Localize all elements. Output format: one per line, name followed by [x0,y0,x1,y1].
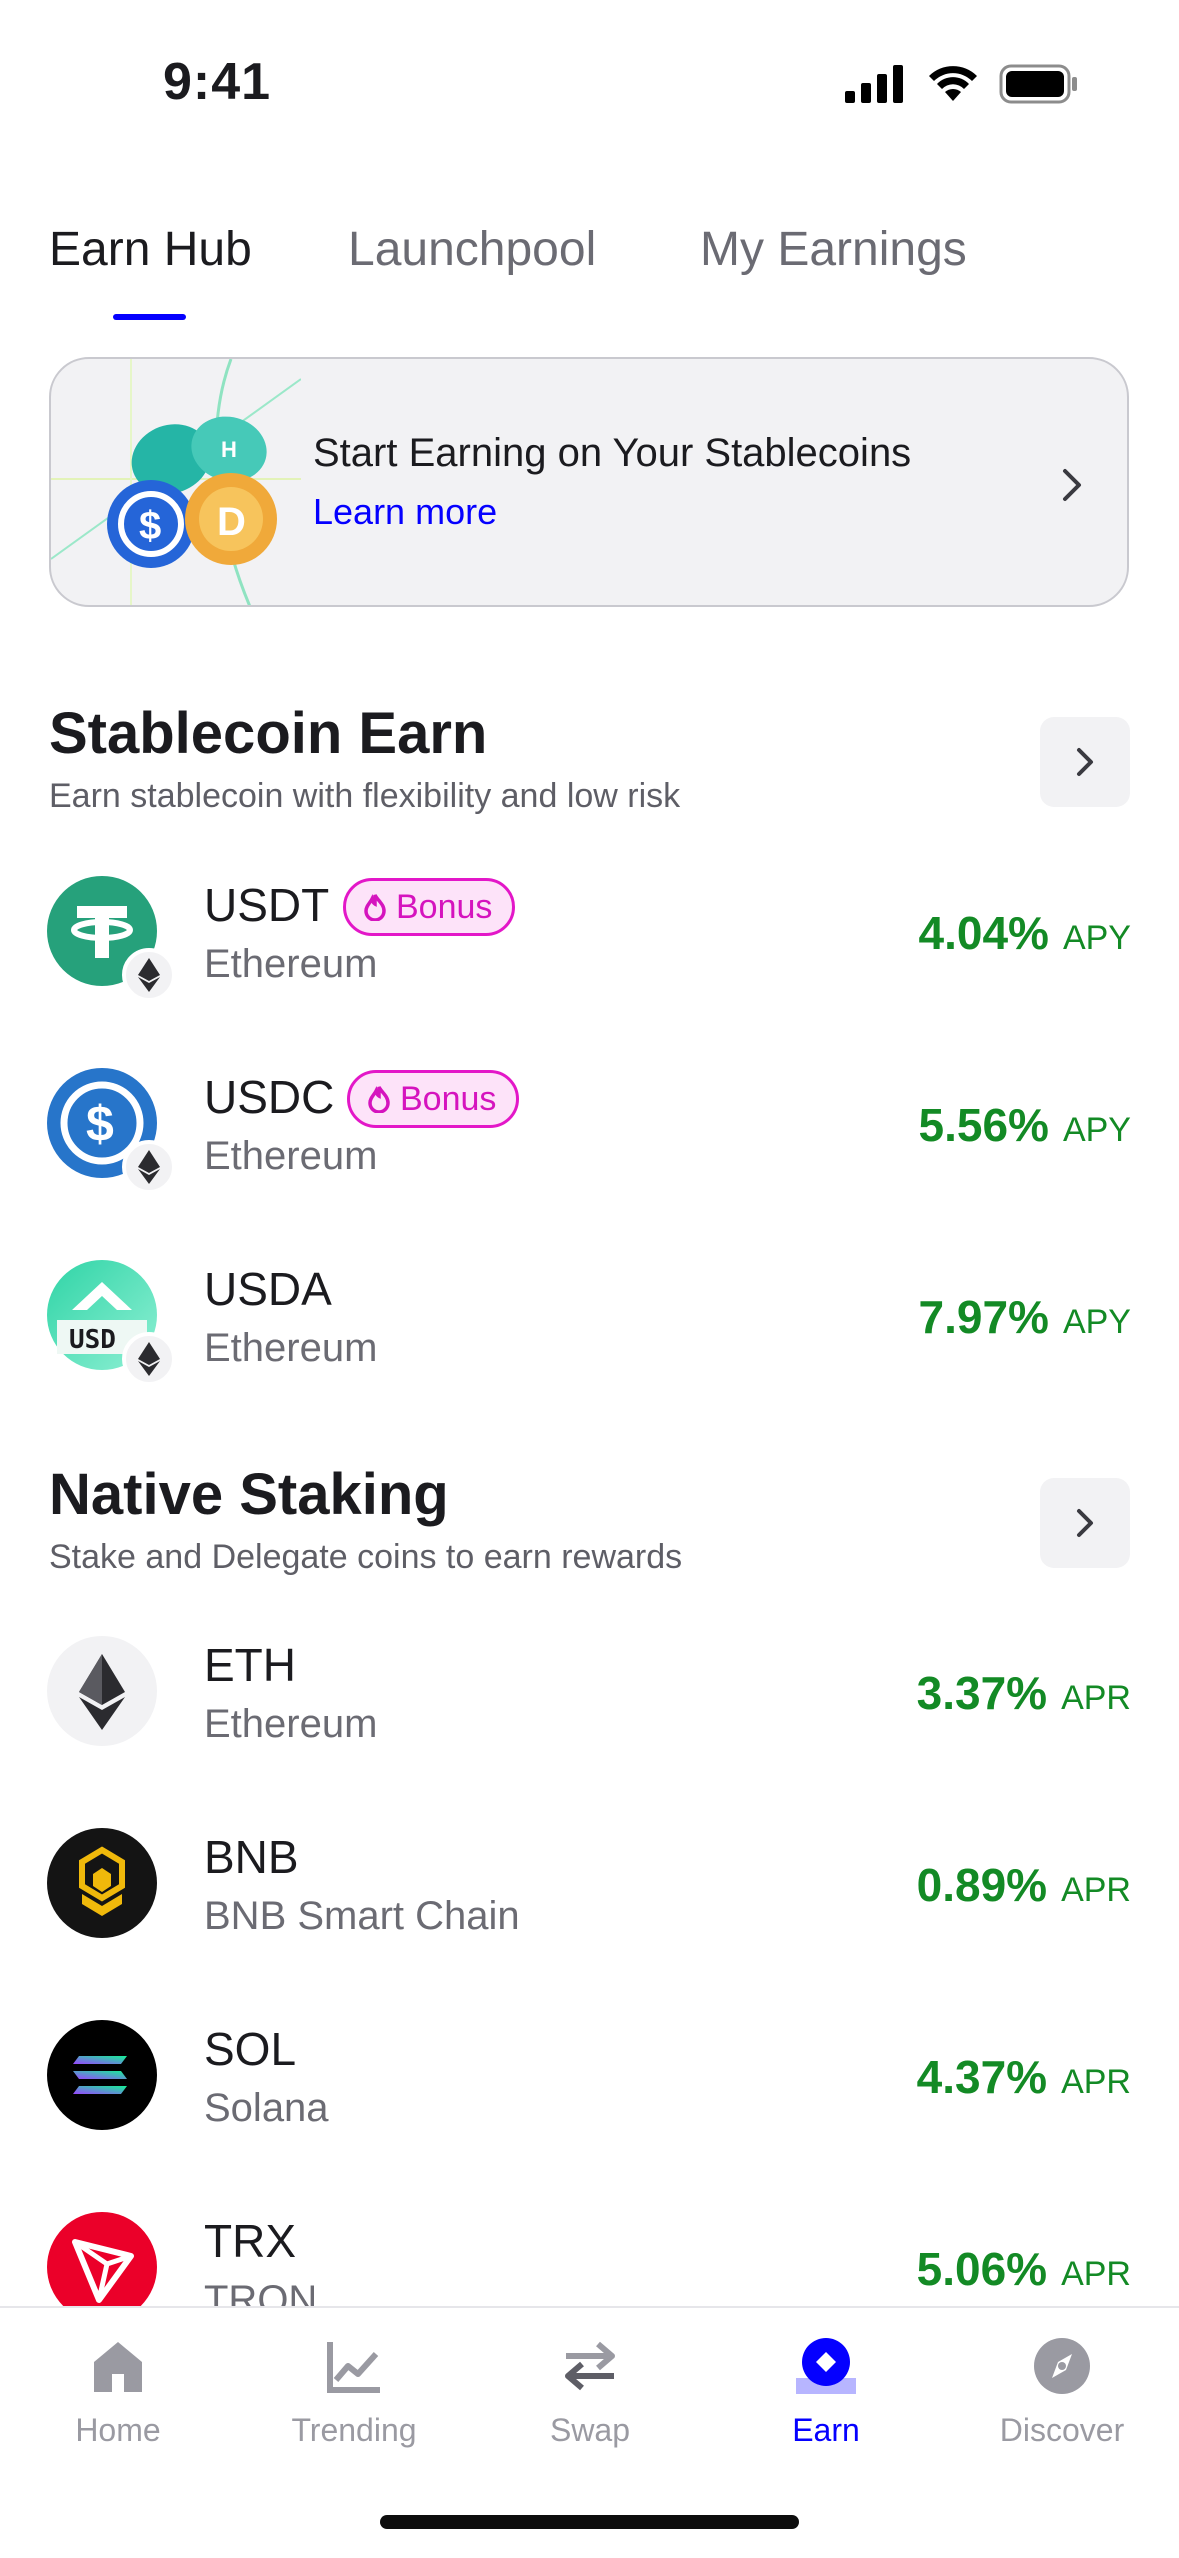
bonus-badge: Bonus [347,1070,520,1128]
chevron-right-icon [1077,1509,1093,1537]
coin-symbol: ETH [204,1639,296,1691]
sol-icon [47,2020,157,2130]
coin-rate: 7.97% APY [919,1290,1131,1344]
nav-label: Earn [792,2412,860,2448]
nav-label: Trending [291,2412,417,2448]
coin-chain: Ethereum [204,942,378,986]
trending-icon [327,2342,380,2393]
stablecoin-promo-banner[interactable]: H $ D Start Earning on Your Stablecoins … [49,357,1129,607]
list-item-sol[interactable]: SOL Solana 4.37% APR [0,2000,1179,2150]
svg-text:USD: USD [69,1325,116,1355]
bonus-label: Bonus [400,1079,497,1118]
list-item-eth[interactable]: ETH Ethereum 3.37% APR [0,1616,1179,1766]
coin-chain: Ethereum [204,1702,378,1746]
rate-unit: APR [1061,2063,1131,2101]
flame-icon [368,1085,390,1113]
nav-trending[interactable]: Trending [236,2308,472,2508]
learn-more-link[interactable]: Learn more [313,491,497,533]
tab-launchpool[interactable]: Launchpool [348,222,596,277]
discover-icon [1034,2338,1090,2394]
bonus-label: Bonus [396,887,493,926]
svg-text:D: D [217,500,246,544]
rate-value: 4.37% [916,2051,1048,2103]
list-item-usdc[interactable]: $ USDC Bonus Ethereum 5.56% APY [0,1048,1179,1198]
nav-label: Swap [549,2412,631,2448]
ethereum-badge-icon [122,948,176,1002]
rate-unit: APR [1061,2255,1131,2293]
tab-my-earnings[interactable]: My Earnings [700,222,967,277]
list-item-usda[interactable]: USD USDA Ethereum 7.97% APY [0,1240,1179,1390]
eth-icon [47,1636,157,1746]
nav-label: Home [75,2412,161,2448]
native-staking-more-button[interactable] [1040,1478,1130,1568]
list-item-usdt[interactable]: USDT Bonus Ethereum 4.04% APY [0,856,1179,1006]
chevron-right-icon [1063,469,1081,501]
home-icon [94,2342,142,2392]
coin-chain: Ethereum [204,1326,378,1370]
coin-symbol: USDA [204,1263,332,1315]
coin-rate: 0.89% APR [917,1858,1131,1912]
earn-tabs: Earn Hub Launchpool My Earnings [0,200,1179,330]
status-icons [845,64,1079,104]
coin-symbol: TRX [204,2215,296,2267]
bnb-icon [47,1828,157,1938]
tab-earn-hub[interactable]: Earn Hub [49,222,252,277]
nav-earn[interactable]: Earn [708,2308,944,2508]
status-time: 9:41 [163,53,272,111]
stablecoin-earn-subtitle: Earn stablecoin with flexibility and low… [49,777,681,815]
nav-discover[interactable]: Discover [944,2308,1179,2508]
ethereum-badge-icon [122,1140,176,1194]
home-indicator [380,2515,799,2529]
rate-unit: APR [1061,1679,1131,1717]
swap-icon [565,2341,615,2391]
nav-home[interactable]: Home [0,2308,236,2508]
rate-value: 0.89% [916,1859,1048,1911]
stablecoins-illustration: H $ D [51,359,301,605]
native-staking-subtitle: Stake and Delegate coins to earn rewards [49,1538,683,1576]
rate-value: 5.56% [918,1099,1049,1151]
ethereum-badge-icon [122,1332,176,1386]
cellular-signal-icon [845,65,903,103]
rate-value: 7.97% [918,1291,1049,1343]
coin-rate: 5.56% APY [919,1098,1131,1152]
coin-chain: BNB Smart Chain [204,1894,520,1938]
rate-unit: APY [1062,919,1131,957]
chevron-right-icon [1077,748,1093,776]
coin-rate: 4.04% APY [919,906,1131,960]
earn-icon [796,2338,856,2394]
nav-label: Discover [999,2412,1125,2448]
coin-symbol: BNB [204,1831,299,1883]
svg-text:H: H [221,437,237,462]
svg-text:$: $ [139,504,161,548]
svg-text:$: $ [86,1096,114,1152]
coin-symbol: SOL [204,2023,297,2075]
wifi-icon [929,66,977,101]
list-item-bnb[interactable]: BNB BNB Smart Chain 0.89% APR [0,1808,1179,1958]
coin-chain: Solana [204,2086,329,2130]
flame-icon [364,893,386,921]
rate-unit: APY [1062,1303,1131,1341]
status-bar: 9:41 [0,0,1179,160]
coin-symbol: USDC [204,1071,335,1123]
native-staking-title: Native Staking [49,1462,449,1527]
bonus-badge: Bonus [343,878,516,936]
coin-rate: 4.37% APR [917,2050,1131,2104]
coin-chain: Ethereum [204,1134,378,1178]
stablecoin-earn-more-button[interactable] [1040,717,1130,807]
coin-symbol: USDT [204,879,330,931]
rate-value: 3.37% [916,1667,1048,1719]
battery-icon [999,64,1077,104]
active-tab-indicator [113,314,186,320]
banner-title: Start Earning on Your Stablecoins [313,431,912,475]
coin-rate: 5.06% APR [917,2242,1131,2296]
rate-unit: APR [1061,1871,1131,1909]
rate-value: 4.04% [918,907,1049,959]
coin-rate: 3.37% APR [917,1666,1131,1720]
nav-swap[interactable]: Swap [472,2308,708,2508]
rate-unit: APY [1062,1111,1131,1149]
rate-value: 5.06% [916,2243,1048,2295]
stablecoin-earn-title: Stablecoin Earn [49,701,488,766]
